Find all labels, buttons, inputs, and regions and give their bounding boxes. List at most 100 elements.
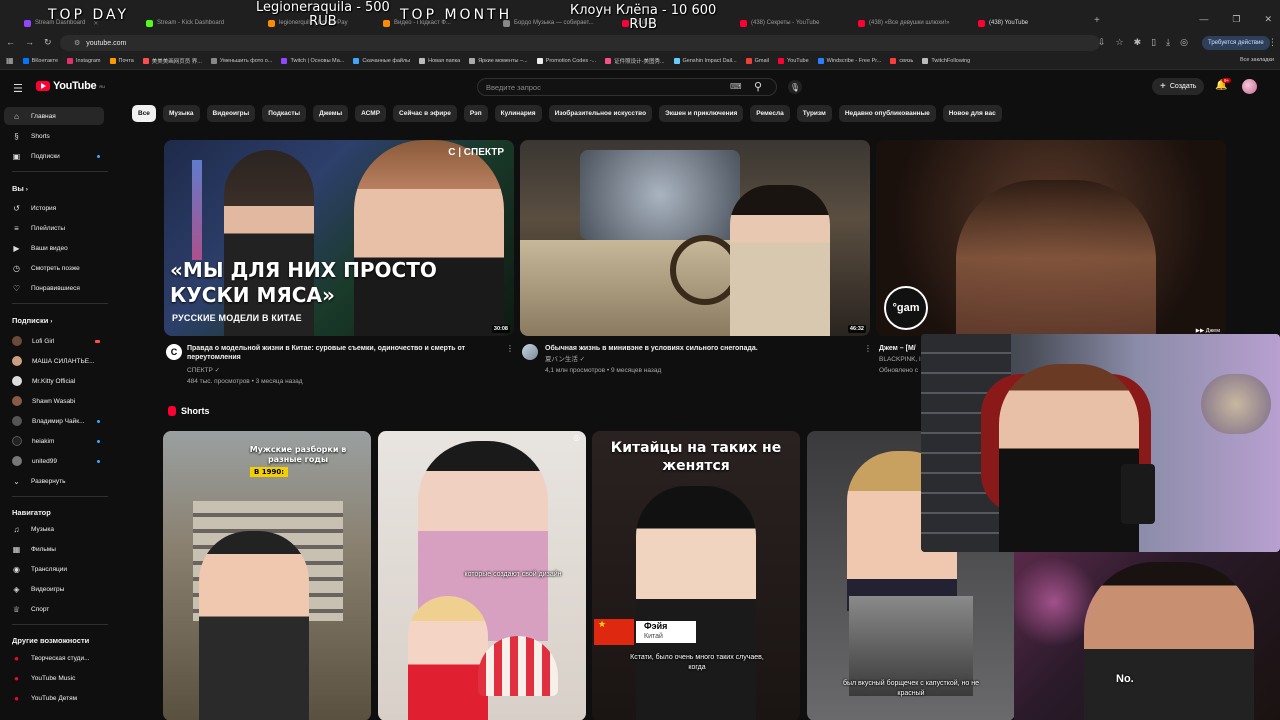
sidebar-item-watch-later[interactable]: ◷ Смотреть позже: [4, 259, 104, 277]
more-options-icon[interactable]: ⋮: [864, 344, 872, 353]
sidebar-item-subscriptions[interactable]: ▣ Подписки: [4, 147, 104, 165]
short-card[interactable]: Мужские разборки в разные годы В 1990:: [163, 431, 371, 720]
back-icon[interactable]: ←: [6, 37, 15, 48]
bookmark-item[interactable]: Genshin Impact Dail...: [673, 57, 737, 64]
video-thumbnail[interactable]: 46:32: [520, 140, 870, 336]
bookmark-item[interactable]: Яркие моменты –...: [469, 57, 528, 64]
short-card[interactable]: которые создают свой дизайн ◎: [378, 431, 586, 720]
chip[interactable]: Кулинария: [494, 105, 542, 122]
maximize-icon[interactable]: ❐: [1232, 14, 1240, 25]
sidebar-subscriptions-heading[interactable]: Подписки ›: [12, 316, 52, 325]
sidebar-item-home[interactable]: ⌂ Главная: [4, 107, 104, 125]
bookmark-item[interactable]: Gmail: [745, 57, 769, 64]
search-icon[interactable]: ⚲: [754, 80, 762, 93]
bookmark-star-icon[interactable]: ☆: [1116, 37, 1124, 48]
video-title[interactable]: Правда о модельной жизни в Китае: суровы…: [187, 344, 497, 362]
sidebar-channel[interactable]: Mr.Kitty Official: [4, 372, 104, 390]
youtube-logo[interactable]: YouTube RU: [36, 80, 105, 92]
chip[interactable]: Джемы: [313, 105, 349, 122]
bookmark-item[interactable]: 美美美画网页员 界...: [142, 57, 202, 65]
video-thumbnail[interactable]: «МЫ ДЛЯ НИХ ПРОСТО КУСКИ МЯСА» РУССКИЕ М…: [164, 140, 514, 336]
bookmark-item[interactable]: Скачанные файлы: [353, 57, 410, 64]
chip[interactable]: Сейчас в эфире: [393, 105, 457, 122]
video-thumbnail[interactable]: °gam ▶▶ Джем: [876, 140, 1226, 336]
sidebar-item-history[interactable]: ↺ История: [4, 199, 104, 217]
sidebar-channel[interactable]: united99: [4, 452, 104, 470]
sidepanel-icon[interactable]: ▯: [1151, 37, 1156, 48]
video-title[interactable]: Джем – [M/: [879, 344, 916, 353]
chip[interactable]: Видеоигры: [206, 105, 256, 122]
minimize-icon[interactable]: —: [1199, 14, 1208, 25]
sidebar-expand-button[interactable]: ⌄ Развернуть: [4, 472, 104, 490]
sidebar-item-music[interactable]: ♫ Музыка: [4, 520, 104, 538]
sidebar-item-sports[interactable]: ♕ Спорт: [4, 600, 104, 618]
update-required-button[interactable]: Требуется действие: [1202, 36, 1270, 50]
close-window-icon[interactable]: ✕: [1264, 14, 1272, 25]
bookmark-item[interactable]: Почта: [109, 57, 134, 64]
browser-tab[interactable]: (438) «Все девушки шлюхи!»: [858, 14, 968, 32]
profile-icon[interactable]: ◎: [1180, 37, 1188, 48]
reload-icon[interactable]: ↻: [44, 37, 52, 48]
video-channel[interactable]: 夏バン生活 ✓: [545, 354, 585, 365]
bookmark-item[interactable]: Instagram: [67, 57, 101, 64]
menu-icon[interactable]: ☰: [13, 82, 23, 95]
sidebar-item-gaming[interactable]: ◈ Видеоигры: [4, 580, 104, 598]
sidebar-item-studio[interactable]: ● Творческая студи...: [4, 649, 104, 667]
bookmark-item[interactable]: ВКонтакте: [22, 57, 58, 64]
video-title[interactable]: Обычная жизнь в минивэне в условиях силь…: [545, 344, 855, 353]
keyboard-icon[interactable]: ⌨: [730, 82, 742, 91]
bookmark-folder[interactable]: Новая папка: [419, 57, 460, 64]
install-icon[interactable]: ⇩: [1098, 37, 1106, 48]
sidebar-channel[interactable]: Владимир Чайк...: [4, 412, 104, 430]
video-channel[interactable]: СПЕКТР ✓: [187, 365, 220, 376]
channel-avatar[interactable]: [522, 344, 538, 360]
download-icon[interactable]: ⤓: [1166, 37, 1170, 48]
sidebar-item-yt-music[interactable]: ● YouTube Music: [4, 669, 104, 687]
short-card[interactable]: Китайцы на таких не женятся ★ Фэйя Китай…: [592, 431, 800, 720]
bookmark-item[interactable]: 证件照设计-美图秀...: [605, 57, 665, 65]
sidebar-item-live[interactable]: ◉ Трансляции: [4, 560, 104, 578]
extensions-icon[interactable]: ✱: [1134, 37, 1142, 48]
browser-tab-active[interactable]: (438) YouTube: [978, 14, 1086, 32]
sidebar-you-heading[interactable]: Вы ›: [12, 184, 28, 193]
sidebar-item-movies[interactable]: ▦ Фильмы: [4, 540, 104, 558]
more-options-icon[interactable]: ⋮: [506, 344, 514, 353]
bookmark-item[interactable]: Promotion Codes -...: [536, 57, 596, 64]
browser-menu-icon[interactable]: ⋮: [1268, 37, 1277, 48]
bookmark-item[interactable]: Уменьшить фото о...: [210, 57, 272, 64]
chip[interactable]: Подкасты: [262, 105, 307, 122]
bookmark-item[interactable]: Twitch | Основы Ма...: [281, 57, 344, 64]
chip[interactable]: АСМР: [355, 105, 387, 122]
chip[interactable]: Недавно опубликованные: [838, 105, 936, 122]
create-button[interactable]: + Создать: [1152, 78, 1205, 95]
sidebar-item-playlists[interactable]: ≡ Плейлисты: [4, 219, 104, 237]
chip[interactable]: Рэп: [463, 105, 488, 122]
video-channel[interactable]: BLACKPINK, l: [879, 354, 921, 365]
forward-icon[interactable]: →: [25, 37, 34, 48]
channel-avatar[interactable]: C: [166, 344, 182, 360]
browser-tab[interactable]: Stream - Kick Dashboard: [146, 14, 258, 32]
sidebar-channel[interactable]: МАША СИЛАНТЬЕ...: [4, 352, 104, 370]
site-info-icon[interactable]: ⚙: [74, 39, 80, 47]
new-tab-icon[interactable]: +: [1094, 15, 1100, 26]
all-bookmarks[interactable]: Все закладки: [1240, 57, 1274, 63]
sidebar-channel[interactable]: Shawn Wasabi: [4, 392, 104, 410]
sidebar-channel-lofi-girl[interactable]: Lofi Girl: [4, 332, 104, 350]
bookmark-item[interactable]: YouTube: [778, 57, 809, 64]
chip[interactable]: Изобразительное искусство: [548, 105, 653, 122]
bookmark-item[interactable]: Windscribe - Free Pr...: [817, 57, 881, 64]
chip[interactable]: Экшен и приключения: [659, 105, 744, 122]
bookmark-item[interactable]: связь: [890, 57, 913, 64]
chip[interactable]: Новое для вас: [942, 105, 1002, 122]
mic-icon[interactable]: 🎙: [788, 80, 802, 94]
sidebar-item-your-videos[interactable]: ▶ Ваши видео: [4, 239, 104, 257]
sidebar-channel[interactable]: heiakim: [4, 432, 104, 450]
chip[interactable]: Ремесла: [750, 105, 790, 122]
browser-tab[interactable]: (438) Секреты - YouTube: [740, 14, 848, 32]
bookmark-folder[interactable]: TwitchFollowing: [922, 57, 970, 64]
sidebar-item-yt-kids[interactable]: ● YouTube Детям: [4, 689, 104, 707]
sidebar-item-shorts[interactable]: § Shorts: [4, 127, 104, 145]
address-bar[interactable]: ⚙ youtube.com: [60, 35, 1100, 51]
chip-all[interactable]: Все: [132, 105, 156, 122]
sidebar-item-liked[interactable]: ♡ Понравившиеся: [4, 279, 104, 297]
